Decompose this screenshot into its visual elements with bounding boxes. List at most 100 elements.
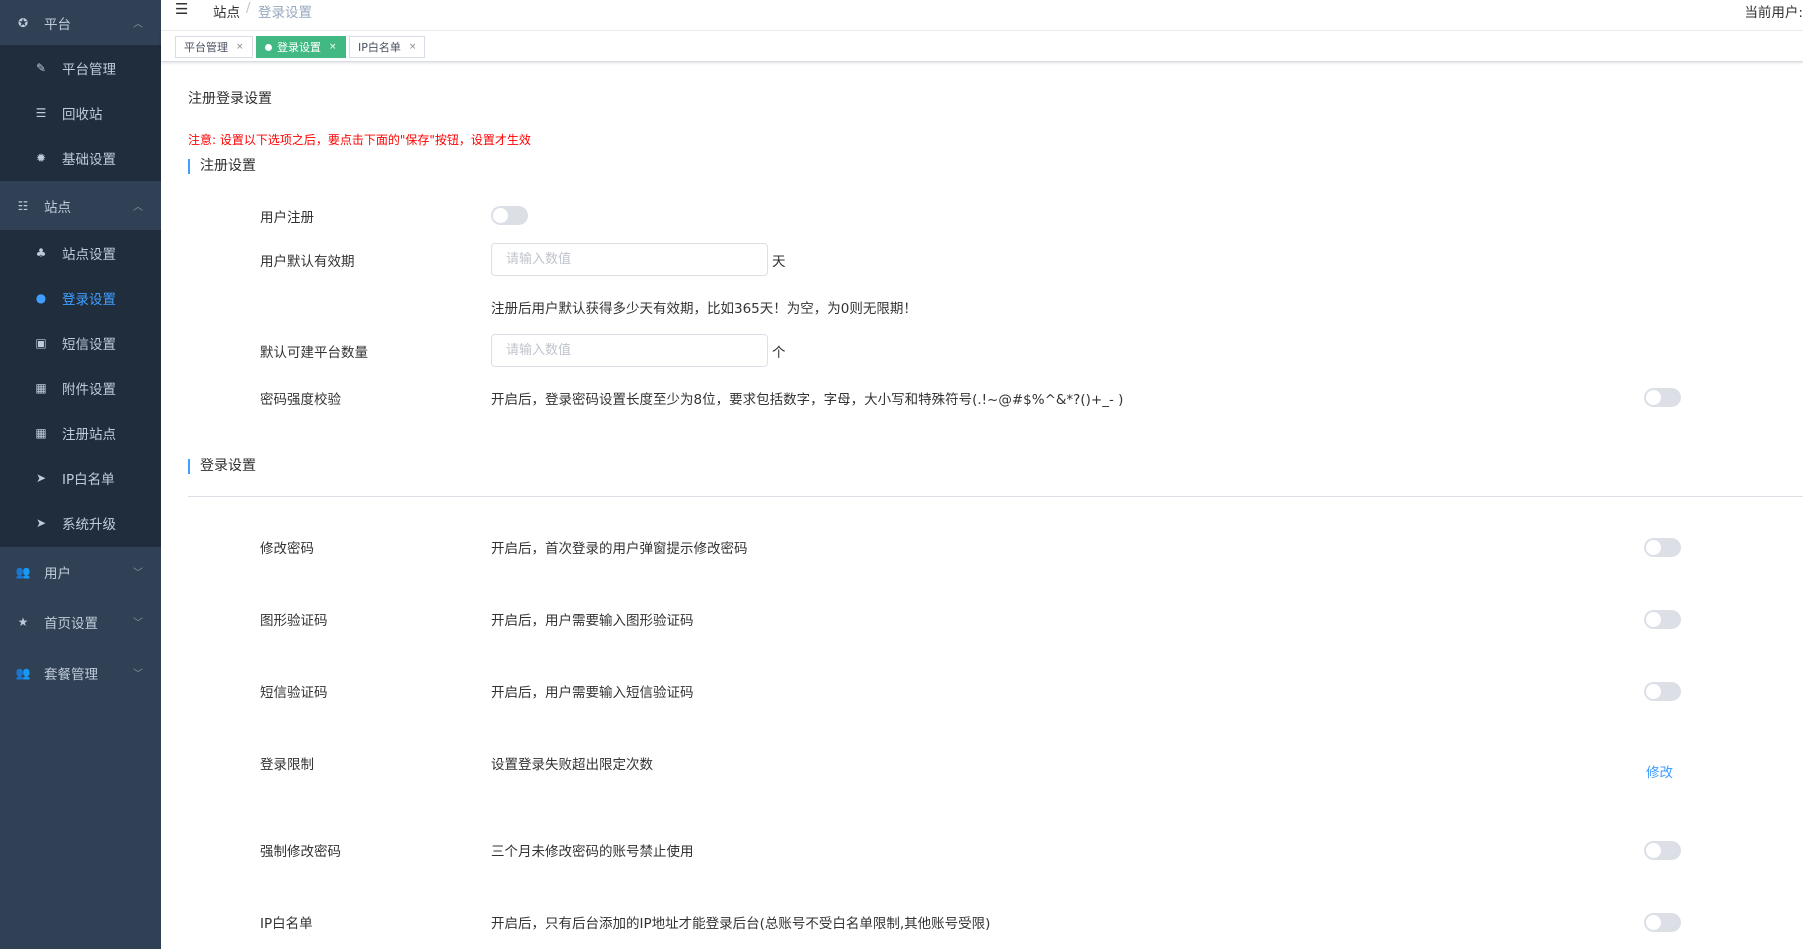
chevron-down-icon: ﹀ — [133, 618, 143, 629]
tab-label: 平台管理 — [184, 41, 228, 54]
sidebar-group-site[interactable]: ☷ 站点 ︿ — [0, 183, 161, 228]
label: 平台 — [44, 16, 71, 33]
change-password-label: 修改密码 — [260, 541, 314, 557]
tab-login-settings[interactable]: 登录设置 × — [256, 36, 346, 58]
label: 首页设置 — [44, 615, 98, 632]
message-icon: ▣ — [35, 335, 47, 350]
sidebar-item-ip-whitelist[interactable]: ➤ IP白名单 — [0, 455, 161, 500]
login-limit-label: 登录限制 — [260, 757, 314, 773]
gear-icon: ✹ — [35, 150, 47, 165]
active-dot-icon — [265, 43, 272, 51]
user-register-toggle[interactable] — [491, 206, 528, 225]
login-limit-desc: 设置登录失败超出限定次数 — [491, 757, 653, 773]
sms-code-toggle[interactable] — [1644, 682, 1681, 701]
sidebar-item-login-settings[interactable]: ● 登录设置 — [0, 275, 161, 320]
force-change-password-toggle[interactable] — [1644, 841, 1681, 860]
sitemap-icon: ♣ — [35, 245, 47, 260]
close-icon[interactable]: × — [329, 42, 337, 52]
section-login: 登录设置 — [188, 459, 256, 474]
change-password-desc: 开启后，首次登录的用户弹窗提示修改密码 — [491, 541, 748, 557]
tab-ip-whitelist[interactable]: IP白名单 × — [349, 36, 426, 58]
sidebar-group-user[interactable]: 👥 用户 ﹀ — [0, 549, 161, 594]
tab-label: 登录设置 — [277, 41, 321, 54]
default-validity-input[interactable] — [491, 243, 768, 276]
password-strength-desc: 开启后，登录密码设置长度至少为8位，要求包括数字，字母，大小写和特殊符号(.!~… — [491, 392, 1124, 408]
chevron-up-icon: ︿ — [133, 202, 143, 213]
unit-count: 个 — [772, 345, 786, 361]
ip-whitelist-label: IP白名单 — [260, 916, 313, 932]
sidebar-item-recycle[interactable]: ☰ 回收站 — [0, 90, 161, 135]
sidebar: ✪ 平台 ︿ ✎ 平台管理 ☰ 回收站 ✹ 基础设置 ☷ 站点 ︿ ♣ 站点设置 ● 登录设置 ▣… — [0, 0, 161, 949]
default-validity-label: 用户默认有效期 — [260, 254, 355, 270]
breadcrumb-separator: / — [246, 1, 251, 16]
label: 短信设置 — [62, 336, 116, 353]
label: 登录设置 — [62, 291, 116, 308]
notice-text: 注意: 设置以下选项之后，要点击下面的"保存"按钮，设置才生效 — [188, 133, 531, 147]
login-limit-edit-link[interactable]: 修改 — [1646, 761, 1673, 781]
tab-platform-manage[interactable]: 平台管理 × — [175, 36, 253, 58]
default-validity-hint: 注册后用户默认获得多少天有效期，比如365天！为空，为0则无限期！ — [491, 301, 917, 317]
platform-count-label: 默认可建平台数量 — [260, 345, 368, 361]
platform-icon: ✪ — [17, 15, 29, 30]
breadcrumb-item[interactable]: 站点 — [213, 1, 240, 21]
breadcrumb-current: 登录设置 — [258, 5, 312, 21]
captcha-desc: 开启后，用户需要输入图形验证码 — [491, 613, 694, 629]
sidebar-item-system-upgrade[interactable]: ➤ 系统升级 — [0, 500, 161, 545]
divider — [188, 496, 1803, 497]
users-icon: 👥 — [15, 665, 31, 680]
tags-view: 平台管理 × 登录设置 × IP白名单 × — [161, 31, 1803, 62]
users-icon: 👥 — [15, 564, 31, 579]
chevron-down-icon: ﹀ — [133, 669, 143, 680]
tab-label: IP白名单 — [358, 41, 401, 54]
hamburger-icon[interactable]: ☰ — [175, 0, 188, 18]
list-icon: ☰ — [35, 105, 47, 120]
chevron-up-icon: ︿ — [133, 19, 143, 30]
label: 用户 — [44, 565, 71, 582]
password-strength-label: 密码强度校验 — [260, 392, 341, 408]
chevron-down-icon: ﹀ — [133, 568, 143, 579]
sms-code-desc: 开启后，用户需要输入短信验证码 — [491, 685, 694, 701]
platform-count-input[interactable] — [491, 334, 768, 367]
sidebar-group-package[interactable]: 👥 套餐管理 ﹀ — [0, 650, 161, 695]
password-strength-toggle[interactable] — [1644, 388, 1681, 407]
label: IP白名单 — [62, 471, 115, 488]
force-change-password-label: 强制修改密码 — [260, 844, 341, 860]
send-icon: ➤ — [35, 515, 47, 530]
close-icon[interactable]: × — [409, 42, 417, 52]
sidebar-item-site-settings[interactable]: ♣ 站点设置 — [0, 230, 161, 275]
star-icon: ★ — [17, 614, 29, 629]
label: 附件设置 — [62, 381, 116, 398]
change-password-toggle[interactable] — [1644, 538, 1681, 557]
label: 基础设置 — [62, 151, 116, 168]
current-user-label: 当前用户: — [1744, 5, 1803, 21]
sidebar-item-platform-manage[interactable]: ✎ 平台管理 — [0, 45, 161, 90]
label: 回收站 — [62, 106, 103, 123]
sidebar-item-attachment-settings[interactable]: ▦ 附件设置 — [0, 365, 161, 410]
navbar: ☰ 站点 / 登录设置 当前用户: — [161, 0, 1803, 31]
ip-whitelist-toggle[interactable] — [1644, 913, 1681, 932]
page-title: 注册登录设置 — [188, 91, 272, 107]
sidebar-item-register-site[interactable]: ▦ 注册站点 — [0, 410, 161, 455]
unit-days: 天 — [772, 254, 786, 270]
label: 注册站点 — [62, 426, 116, 443]
close-icon[interactable]: × — [236, 42, 244, 52]
section-register: 注册设置 — [188, 159, 256, 174]
label: 平台管理 — [62, 61, 116, 78]
ip-whitelist-desc: 开启后，只有后台添加的IP地址才能登录后台(总账号不受白名单限制,其他账号受限) — [491, 916, 991, 932]
label: 站点设置 — [62, 246, 116, 263]
captcha-toggle[interactable] — [1644, 610, 1681, 629]
label: 站点 — [44, 199, 71, 216]
sidebar-item-basic-settings[interactable]: ✹ 基础设置 — [0, 135, 161, 180]
force-change-password-desc: 三个月未修改密码的账号禁止使用 — [491, 844, 694, 860]
grid-icon: ▦ — [35, 425, 47, 440]
sms-code-label: 短信验证码 — [260, 685, 328, 701]
sidebar-group-home-settings[interactable]: ★ 首页设置 ﹀ — [0, 599, 161, 644]
sidebar-group-platform[interactable]: ✪ 平台 ︿ — [0, 0, 161, 45]
label: 套餐管理 — [44, 666, 98, 683]
label: 系统升级 — [62, 516, 116, 533]
sidebar-item-sms-settings[interactable]: ▣ 短信设置 — [0, 320, 161, 365]
captcha-label: 图形验证码 — [260, 613, 328, 629]
edit-icon: ✎ — [35, 60, 47, 75]
list-icon: ☷ — [17, 198, 29, 213]
user-register-label: 用户注册 — [260, 210, 314, 226]
